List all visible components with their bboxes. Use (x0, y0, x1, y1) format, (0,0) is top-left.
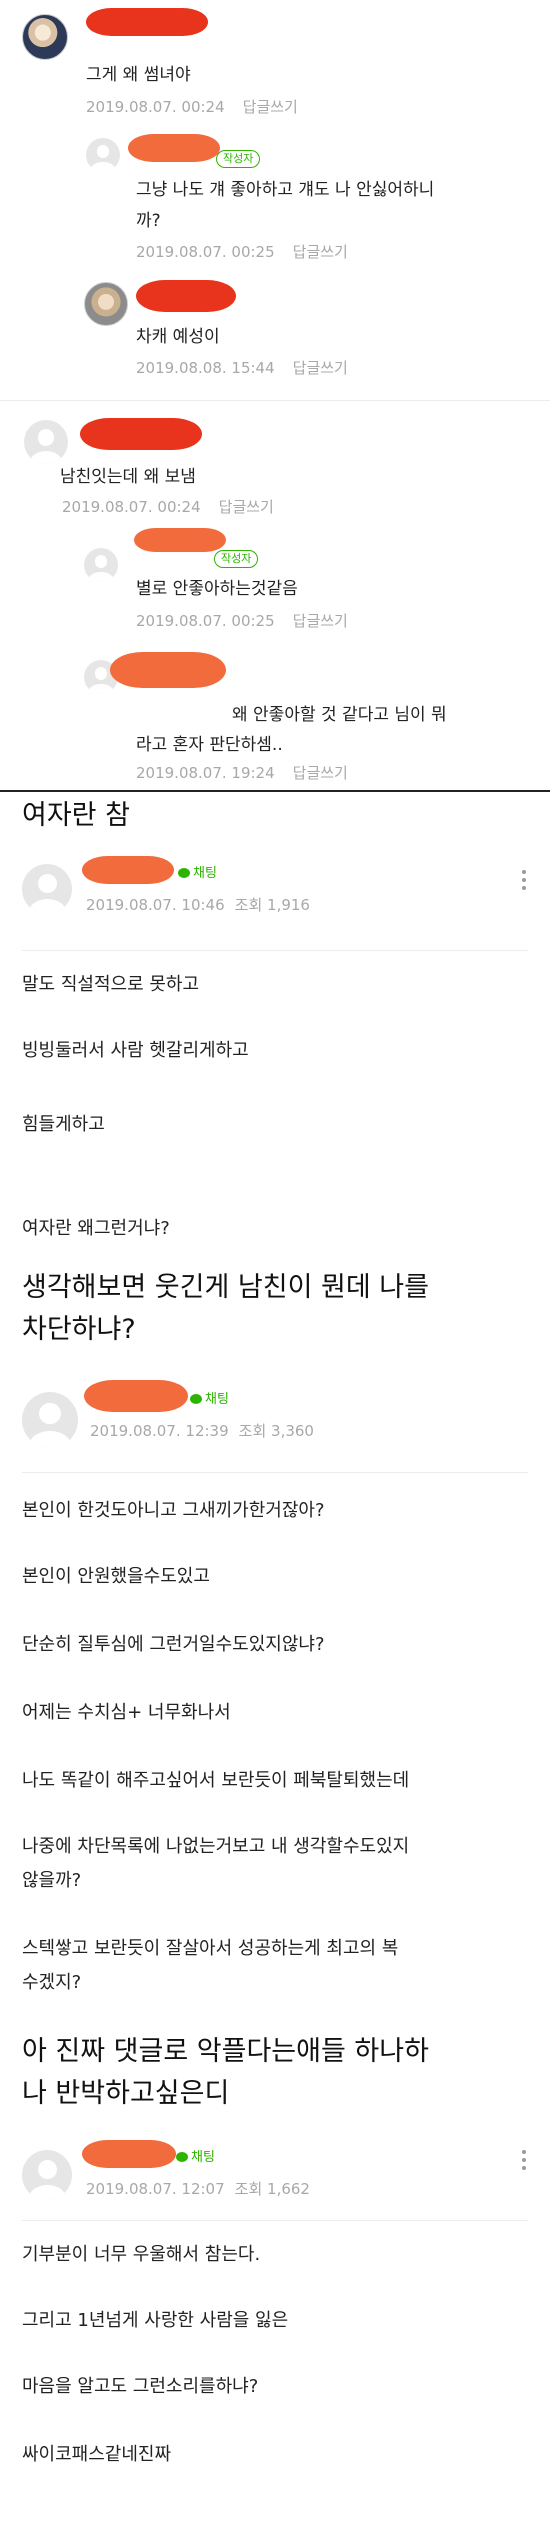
post-meta: 2019.08.07. 12:07 조회 1,662 (86, 2178, 310, 2199)
post-separator (22, 2220, 528, 2221)
commenter-avatar[interactable] (86, 138, 120, 172)
view-count: 조회 1,916 (234, 896, 310, 914)
post-meta: 2019.08.07. 12:39 조회 3,360 (90, 1420, 314, 1441)
comment-text-line: 그냥 나도 걔 좋아하고 걔도 나 안싫어하니 (136, 180, 435, 200)
comment-separator (0, 400, 550, 401)
more-options-icon[interactable] (522, 870, 526, 894)
reply-button[interactable]: 답글쓰기 (243, 98, 298, 116)
comment-date: 2019.08.07. 00:24 (86, 98, 225, 116)
post-body-line: 수겠지? (22, 1972, 82, 1993)
author-badge: 작성자 (214, 550, 259, 568)
commenter-avatar[interactable] (22, 14, 68, 60)
post-body-line: 기부분이 너무 우울해서 참는다. (22, 2244, 261, 2265)
comment-meta: 2019.08.07. 00:24 답글쓰기 (62, 496, 274, 517)
post-body-line: 나중에 차단목록에 나없는거보고 내 생각할수도있지 (22, 1836, 410, 1857)
post-title: 차단하냐? (22, 1314, 136, 1345)
author-avatar[interactable] (22, 1392, 78, 1448)
reply-button[interactable]: 답글쓰기 (219, 498, 274, 516)
post-title: 생각해보면 웃긴게 남친이 뭔데 나를 (22, 1272, 429, 1303)
post-body-line: 단순히 질투심에 그런거일수도있지않냐? (22, 1634, 325, 1655)
view-count: 조회 1,662 (234, 2180, 310, 2198)
username-redaction (110, 652, 226, 688)
comment-date: 2019.08.07. 00:25 (136, 612, 275, 630)
post-body-line: 본인이 안원했을수도있고 (22, 1566, 210, 1587)
post-body-line: 본인이 한것도아니고 그새끼가한거잖아? (22, 1500, 325, 1521)
post-title: 여자란 참 (22, 800, 130, 831)
section-divider (0, 790, 550, 792)
username-redaction (136, 280, 236, 312)
comment-date: 2019.08.07. 00:24 (62, 498, 201, 516)
comment-date: 2019.08.07. 00:25 (136, 243, 275, 261)
comment-text: 그게 왜 썸녀야 (86, 65, 191, 85)
author-name-redaction (82, 2140, 176, 2168)
commenter-avatar[interactable] (84, 282, 128, 326)
post-body-line: 여자란 왜그런거냐? (22, 1218, 170, 1239)
chat-label: 채팅 (205, 1392, 229, 1407)
comment-date: 2019.08.07. 19:24 (136, 764, 275, 782)
post-body-line: 빙빙둘러서 사람 헷갈리게하고 (22, 1040, 249, 1061)
comment-date: 2019.08.08. 15:44 (136, 359, 275, 377)
reply-button[interactable]: 답글쓰기 (293, 764, 348, 782)
author-name-redaction (84, 1380, 188, 1412)
reply-button[interactable]: 답글쓰기 (293, 359, 348, 377)
post-body-line: 싸이코패스같네진짜 (22, 2444, 172, 2465)
comment-text: 차캐 예성이 (136, 327, 220, 347)
author-avatar[interactable] (22, 864, 72, 914)
view-count: 조회 3,360 (238, 1422, 314, 1440)
chat-button[interactable]: 채팅 (190, 1388, 229, 1407)
username-redaction (80, 418, 202, 450)
more-options-icon[interactable] (522, 2150, 526, 2174)
comment-meta: 2019.08.07. 00:24 답글쓰기 (86, 96, 298, 117)
chat-icon (176, 2152, 188, 2162)
reply-button[interactable]: 답글쓰기 (293, 612, 348, 630)
post-date: 2019.08.07. 12:39 (90, 1422, 229, 1440)
commenter-avatar[interactable] (24, 420, 68, 464)
comment-meta: 2019.08.08. 15:44 답글쓰기 (136, 357, 348, 378)
chat-button[interactable]: 채팅 (178, 862, 217, 881)
author-name-redaction (82, 856, 174, 884)
post-title: 아 진짜 댓글로 악플다는애들 하나하 (22, 2036, 429, 2067)
chat-icon (190, 1394, 202, 1404)
chat-icon (178, 868, 190, 878)
username-redaction (128, 134, 220, 162)
post-date: 2019.08.07. 10:46 (86, 896, 225, 914)
chat-label: 채팅 (193, 866, 217, 881)
username-redaction (134, 528, 226, 552)
comment-text-line: 왜 안좋아할 것 같다고 님이 뭐 (232, 705, 447, 725)
chat-button[interactable]: 채팅 (176, 2146, 215, 2165)
chat-label: 채팅 (191, 2150, 215, 2165)
post-body-line: 힘들게하고 (22, 1114, 105, 1135)
comment-meta: 2019.08.07. 19:24 답글쓰기 (136, 762, 348, 783)
author-badge: 작성자 (216, 150, 261, 168)
comment-text: 별로 안좋아하는것같음 (136, 579, 298, 599)
comment-text-line: 까? (136, 211, 161, 231)
post-body-line: 마음을 알고도 그런소리를하냐? (22, 2376, 259, 2397)
post-body-line: 않을까? (22, 1870, 82, 1891)
post-meta: 2019.08.07. 10:46 조회 1,916 (86, 894, 310, 915)
reply-button[interactable]: 답글쓰기 (293, 243, 348, 261)
post-body-line: 어제는 수치심+ 너무화나서 (22, 1702, 231, 1723)
commenter-avatar[interactable] (84, 548, 118, 582)
post-body-line: 나도 똑같이 해주고싶어서 보란듯이 페북탈퇴했는데 (22, 1770, 410, 1791)
post-body-line: 그리고 1년넘게 사랑한 사람을 잃은 (22, 2310, 289, 2331)
post-body-line: 말도 직설적으로 못하고 (22, 974, 200, 995)
comment-text-line: 라고 혼자 판단하셈.. (136, 735, 283, 755)
post-body-line: 스텍쌓고 보란듯이 잘살아서 성공하는게 최고의 복 (22, 1938, 399, 1959)
comment-text: 남친잇는데 왜 보냄 (60, 467, 196, 487)
author-avatar[interactable] (22, 2150, 72, 2200)
post-date: 2019.08.07. 12:07 (86, 2180, 225, 2198)
comment-meta: 2019.08.07. 00:25 답글쓰기 (136, 610, 348, 631)
post-separator (22, 1472, 528, 1473)
username-redaction (86, 8, 208, 36)
post-title: 나 반박하고싶은디 (22, 2078, 230, 2109)
post-separator (22, 950, 528, 951)
comment-meta: 2019.08.07. 00:25 답글쓰기 (136, 241, 348, 262)
